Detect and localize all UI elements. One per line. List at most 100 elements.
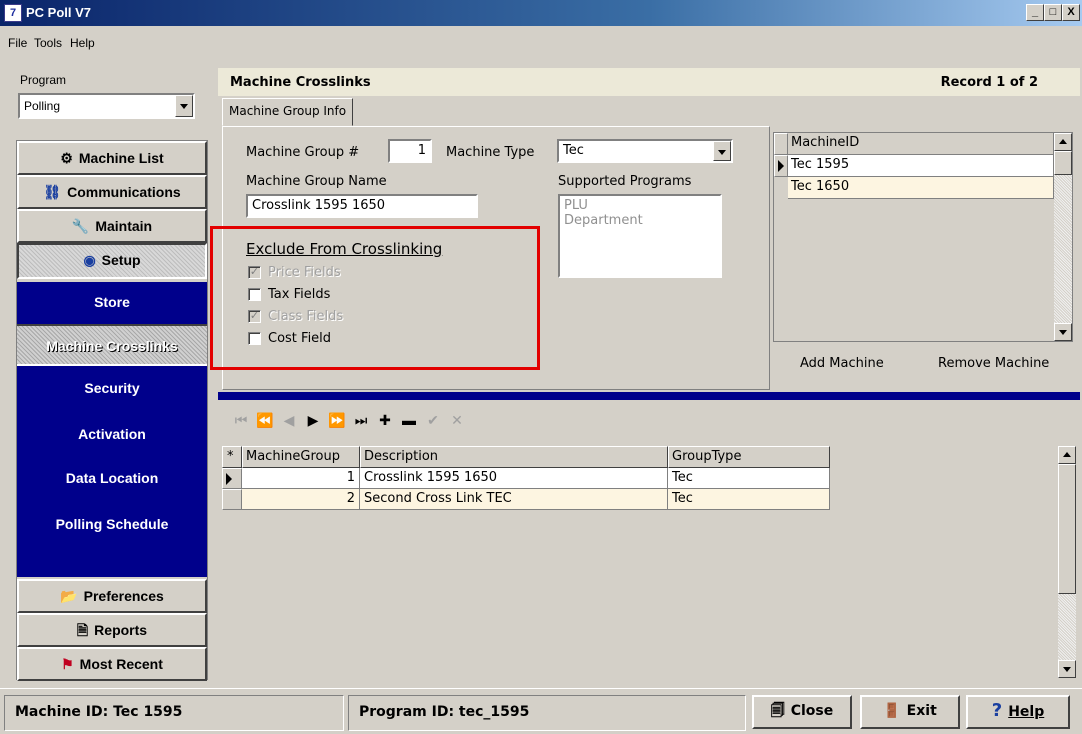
nav-most-recent[interactable]: ⚑ Most Recent: [17, 647, 207, 681]
close-label: Close: [790, 703, 834, 719]
scroll-down-button[interactable]: [1054, 323, 1072, 341]
program-select-value: Polling: [24, 99, 61, 113]
first-record-icon[interactable]: ⏮: [230, 412, 252, 429]
machine-type-select[interactable]: Tec: [557, 139, 733, 163]
remove-machine-button[interactable]: Remove Machine: [938, 356, 1049, 371]
table-cell[interactable]: Second Cross Link TEC: [360, 489, 668, 510]
subnav-data-location[interactable]: Data Location: [17, 458, 207, 498]
close-window-button[interactable]: X: [1062, 4, 1080, 21]
program-label: Program: [20, 73, 67, 87]
machine-type-label: Machine Type: [446, 145, 535, 160]
group-number-field[interactable]: 1: [388, 139, 432, 163]
menu-file[interactable]: File: [8, 36, 27, 50]
delete-record-icon[interactable]: ▬: [398, 412, 420, 428]
record-counter: Record 1 of 2: [940, 75, 1038, 90]
chevron-down-icon[interactable]: [175, 95, 193, 117]
minimize-button[interactable]: _: [1026, 4, 1044, 21]
menu-tools[interactable]: Tools: [34, 36, 62, 50]
record-nav-toolbar: ⏮ ⏪ ◀ ▶ ⏩ ⏭ ✚ ▬ ✔ ✕: [230, 412, 590, 436]
help-button[interactable]: ? Help: [966, 695, 1070, 729]
scroll-thumb[interactable]: [1058, 464, 1076, 594]
page-title: Machine Crosslinks: [230, 75, 371, 90]
nav-preferences[interactable]: 📂 Preferences: [17, 579, 207, 613]
group-name-label: Machine Group Name: [246, 174, 387, 189]
subnav-machine-crosslinks[interactable]: Machine Crosslinks: [17, 324, 207, 366]
sidebar: ⚙ Machine List ⛓ Communications 🔧 Maintain …: [16, 140, 208, 681]
confirm-icon[interactable]: ✔: [422, 412, 444, 429]
nav-setup[interactable]: ◉ Setup: [17, 243, 207, 279]
flag-icon: ⚑: [61, 656, 74, 672]
maximize-button[interactable]: □: [1044, 4, 1062, 21]
subnav-store[interactable]: Store: [17, 282, 207, 322]
network-icon: ⛓: [43, 184, 62, 200]
scroll-down-button[interactable]: [1058, 660, 1076, 678]
highlight-annotation: [210, 226, 540, 370]
table-cell[interactable]: Tec: [668, 468, 830, 489]
scroll-thumb[interactable]: [1054, 151, 1072, 175]
divider-bar: [218, 392, 1080, 400]
row-selector-current[interactable]: [774, 155, 788, 177]
machineid-header[interactable]: MachineID: [788, 133, 1054, 155]
last-record-icon[interactable]: ⏭: [350, 412, 372, 429]
new-row-marker: *: [222, 446, 242, 468]
nav-machine-list[interactable]: ⚙ Machine List: [17, 141, 207, 175]
help-icon: ?: [991, 700, 1003, 721]
next-record-icon[interactable]: ▶: [302, 412, 324, 429]
nav-label: Preferences: [83, 588, 164, 604]
row-selector[interactable]: [774, 133, 788, 155]
setup-globe-icon: ◉: [83, 252, 96, 268]
group-number-label: Machine Group #: [246, 145, 360, 160]
machine-groups-grid[interactable]: * MachineGroup Description GroupType 1 C…: [220, 446, 1078, 680]
window-title: PC Poll V7: [26, 5, 92, 20]
cancel-icon[interactable]: ✕: [446, 412, 468, 429]
table-cell[interactable]: Crosslink 1595 1650: [360, 468, 668, 489]
close-doc-icon: 🗐: [770, 703, 785, 719]
close-button[interactable]: 🗐 Close: [752, 695, 852, 729]
column-header-grouptype[interactable]: GroupType: [668, 446, 830, 468]
column-header-machinegroup[interactable]: MachineGroup: [242, 446, 360, 468]
groups-grid-scrollbar[interactable]: [1058, 446, 1076, 678]
table-cell[interactable]: Tec: [668, 489, 830, 510]
wrench-icon: 🔧: [71, 218, 90, 234]
next-page-icon[interactable]: ⏩: [326, 412, 348, 429]
report-icon: 🗎: [76, 622, 89, 638]
add-record-icon[interactable]: ✚: [374, 412, 396, 429]
tab-machine-group-info[interactable]: Machine Group Info: [222, 98, 354, 126]
table-row[interactable]: Tec 1650: [788, 177, 1054, 199]
add-machine-button[interactable]: Add Machine: [800, 356, 884, 371]
prev-record-icon[interactable]: ◀: [278, 412, 300, 429]
table-cell[interactable]: 1: [242, 468, 360, 489]
machine-id-grid[interactable]: MachineID Tec 1595 Tec 1650: [773, 132, 1073, 342]
machine-id-status: Machine ID: Tec 1595: [4, 695, 344, 731]
menu-bar: File Tools Help: [0, 26, 1082, 58]
supported-programs-list[interactable]: PLU Department: [558, 194, 722, 278]
list-item[interactable]: Department: [564, 213, 716, 228]
nav-reports[interactable]: 🗎 Reports: [17, 613, 207, 647]
row-selector[interactable]: [222, 489, 242, 510]
subnav-activation[interactable]: Activation: [17, 414, 207, 454]
group-name-field[interactable]: Crosslink 1595 1650: [246, 194, 478, 218]
table-row[interactable]: Tec 1595: [788, 155, 1054, 177]
nav-communications[interactable]: ⛓ Communications: [17, 175, 207, 209]
supported-programs-label: Supported Programs: [558, 174, 692, 189]
help-label: Help: [1008, 704, 1045, 720]
menu-help[interactable]: Help: [70, 36, 95, 50]
nav-label: Machine List: [78, 150, 164, 166]
subnav-polling-schedule[interactable]: Polling Schedule: [17, 504, 207, 544]
column-header-description[interactable]: Description: [360, 446, 668, 468]
folder-icon: 📂: [60, 588, 78, 604]
row-selector-current[interactable]: [222, 468, 242, 489]
subnav-security[interactable]: Security: [17, 368, 207, 408]
scroll-up-button[interactable]: [1058, 446, 1076, 464]
status-bar: Machine ID: Tec 1595 Program ID: tec_159…: [0, 688, 1082, 734]
list-item[interactable]: PLU: [564, 198, 716, 213]
program-select[interactable]: Polling: [18, 93, 195, 119]
prev-page-icon[interactable]: ⏪: [254, 412, 276, 429]
title-bar: 7 PC Poll V7 _ □ X: [0, 0, 1082, 26]
scroll-up-button[interactable]: [1054, 133, 1072, 151]
exit-button[interactable]: 🚪 Exit: [860, 695, 960, 729]
nav-maintain[interactable]: 🔧 Maintain: [17, 209, 207, 243]
machine-grid-scrollbar[interactable]: [1054, 133, 1072, 341]
chevron-down-icon[interactable]: [713, 141, 731, 161]
table-cell[interactable]: 2: [242, 489, 360, 510]
